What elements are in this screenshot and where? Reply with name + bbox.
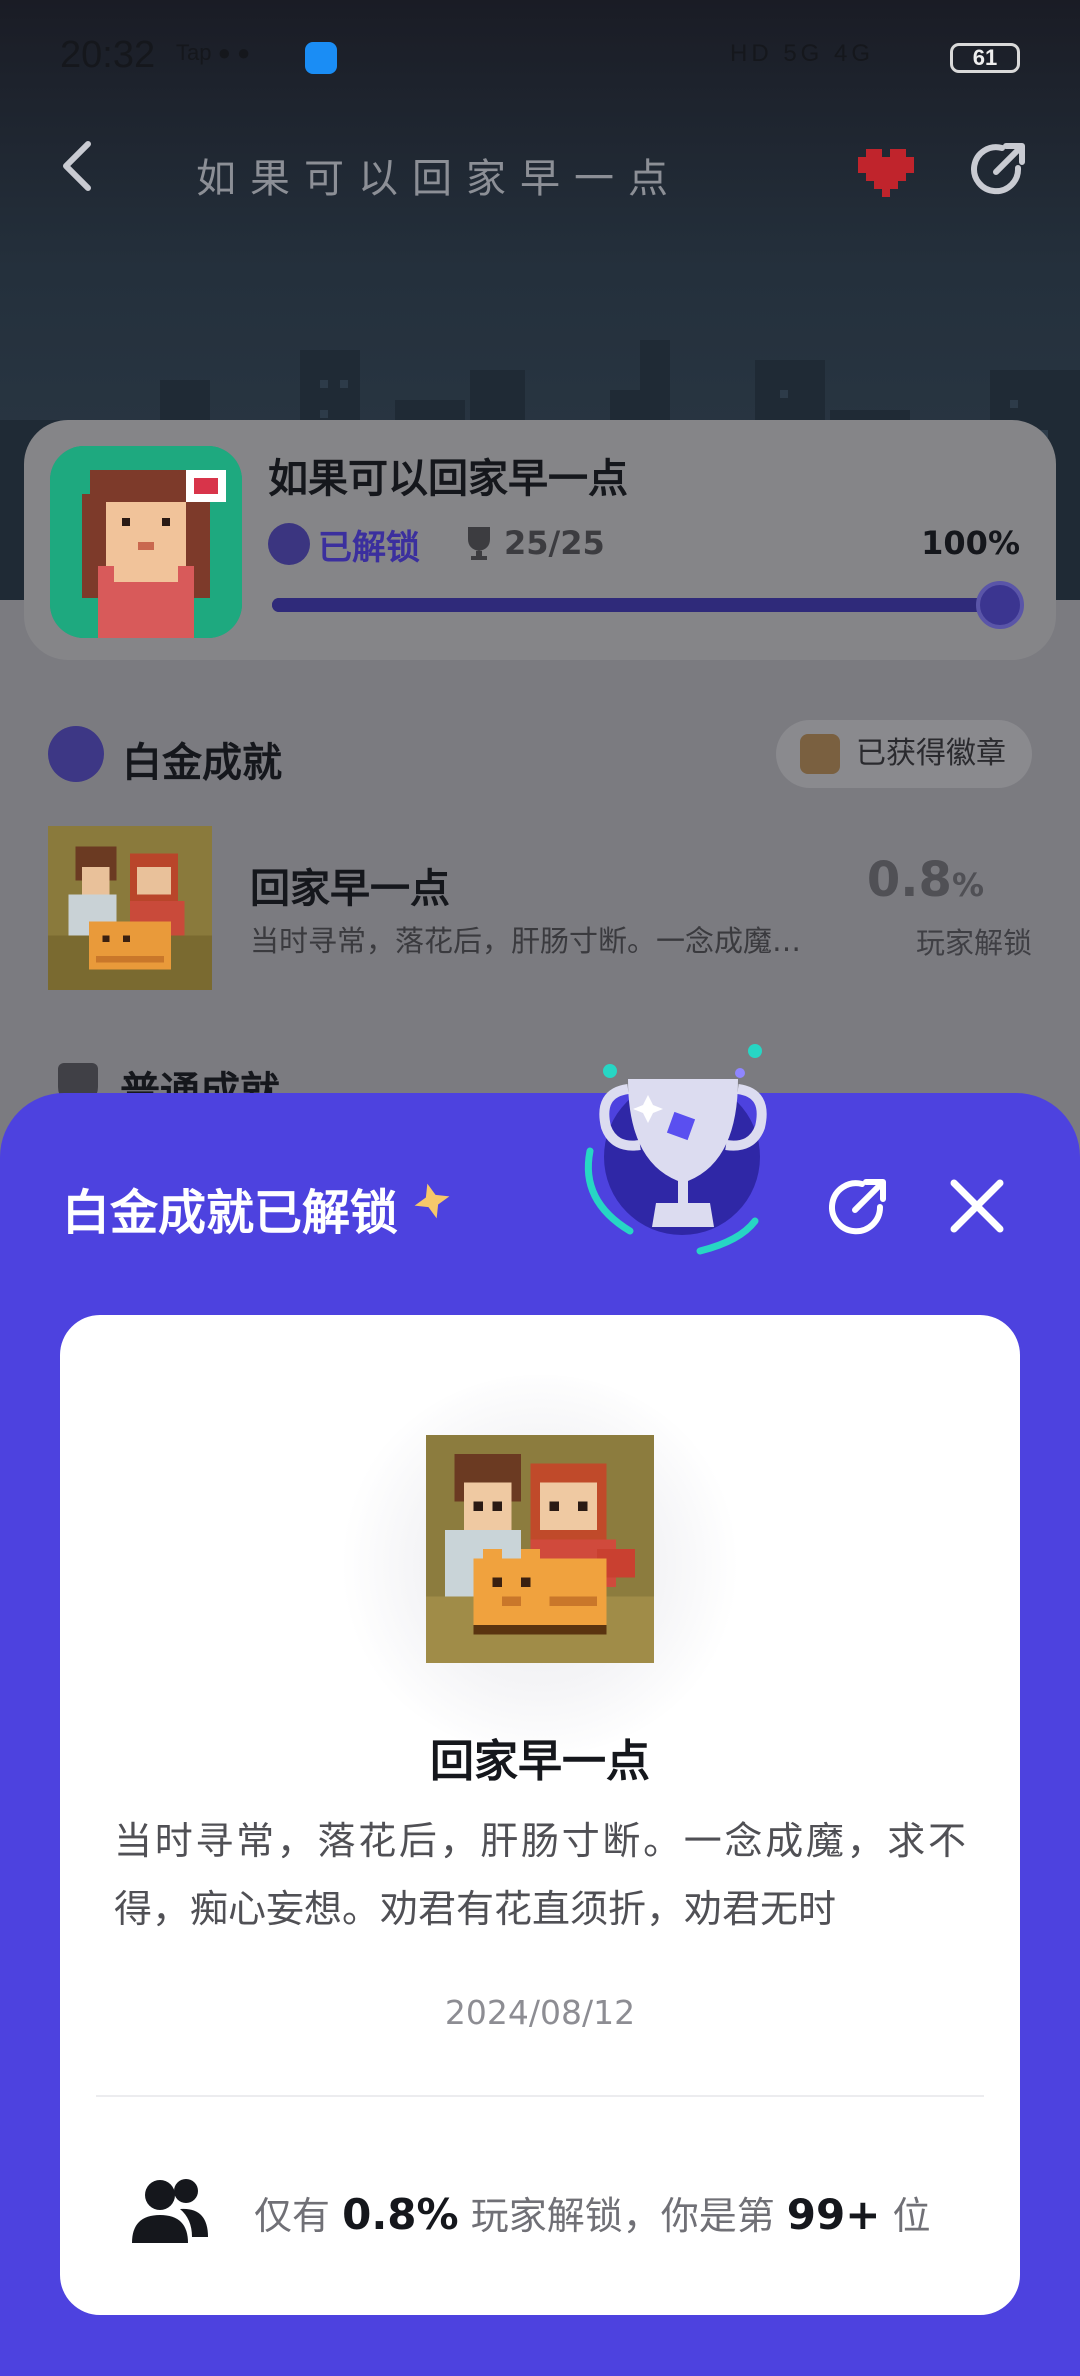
achievement-rate-value: 0.8 bbox=[866, 852, 952, 908]
unlock-date: 2024/08/12 bbox=[444, 1993, 636, 2032]
people-icon bbox=[132, 2179, 208, 2243]
game-cover-image bbox=[50, 446, 242, 638]
platinum-section-title: 白金成就 bbox=[122, 740, 282, 786]
achievement-image bbox=[426, 1435, 654, 1663]
completion-percent: 100% bbox=[921, 524, 1020, 562]
status-time: 20:32 bbox=[60, 34, 156, 76]
trophy-count-value: 25/25 bbox=[504, 524, 605, 562]
pixel-game-title: 如果可以回家早一点 bbox=[196, 156, 682, 202]
platinum-medal-icon bbox=[48, 726, 104, 782]
share-icon[interactable] bbox=[966, 138, 1030, 202]
achievement-detail-card: 回家早一点 当时寻常，落花后，肝肠寸断。一念成魔，求不得，痴心妄想。劝君有花直须… bbox=[60, 1315, 1020, 2315]
unlock-status-badge: 已解锁 bbox=[268, 520, 420, 568]
card-achievement-name: 回家早一点 bbox=[430, 1736, 650, 1787]
achievement-rate-label: 玩家解锁 bbox=[915, 926, 1032, 960]
card-achievement-description: 当时寻常，落花后，肝肠寸断。一念成魔，求不得，痴心妄想。劝君有花直须折，劝君无时 bbox=[114, 1819, 966, 1931]
earned-badge-button[interactable]: 已获得徽章 bbox=[776, 720, 1032, 788]
trophy-icon bbox=[468, 527, 490, 560]
rarity-middle: 玩家解锁，你是第 bbox=[470, 2194, 775, 2238]
earned-badge-label: 已获得徽章 bbox=[856, 736, 1006, 771]
rarity-rank: 99+ bbox=[786, 2190, 881, 2239]
close-icon[interactable] bbox=[946, 1175, 1008, 1237]
platinum-medal-icon bbox=[268, 523, 310, 565]
status-app-icons: Tap ● ● bbox=[176, 40, 251, 65]
divider bbox=[96, 2095, 984, 2097]
rarity-summary: 仅有 0.8% 玩家解锁，你是第 99+ 位 bbox=[130, 2173, 970, 2253]
badge-thumbnail-icon bbox=[800, 734, 840, 774]
achievement-unlock-rate: 0.8% bbox=[867, 852, 984, 908]
app-notification-icon bbox=[305, 42, 337, 74]
unlock-status-label: 已解锁 bbox=[318, 527, 420, 568]
rarity-suffix: 位 bbox=[892, 2194, 931, 2238]
sparkle-icon bbox=[414, 1183, 450, 1219]
pixel-heart-icon[interactable] bbox=[858, 148, 914, 198]
rarity-text: 仅有 0.8% 玩家解锁，你是第 99+ 位 bbox=[254, 2185, 931, 2240]
status-bar: 20:32 Tap ● ● HD 5G 4G 61 bbox=[0, 0, 1080, 115]
progress-fill bbox=[272, 581, 1024, 629]
platinum-achievement-row[interactable]: 回家早一点 当时寻常，落花后，肝肠寸断。一念成魔… 0.8% 玩家解锁 bbox=[48, 826, 1032, 992]
trophy-icon bbox=[584, 1044, 767, 1255]
achievement-thumbnail bbox=[48, 826, 212, 990]
rarity-percent: 0.8% bbox=[342, 2190, 459, 2239]
battery-indicator: 61 bbox=[950, 43, 1020, 73]
trophy-count: 25/25 bbox=[464, 524, 605, 562]
sheet-title: 白金成就已解锁 bbox=[62, 1185, 399, 1241]
rarity-prefix: 仅有 bbox=[254, 2194, 331, 2238]
achievement-rate-unit: % bbox=[951, 866, 984, 904]
platinum-section-header: 白金成就 已获得徽章 bbox=[48, 720, 1032, 790]
share-icon[interactable] bbox=[822, 1173, 892, 1243]
achievement-description: 当时寻常，落花后，肝肠寸断。一念成魔… bbox=[250, 924, 802, 958]
chevron-left-icon[interactable] bbox=[50, 136, 110, 196]
game-title: 如果可以回家早一点 bbox=[268, 456, 628, 502]
platinum-unlock-sheet: 白金成就已解锁 回家早一点 当时寻常，落花后，肝肠寸断。一念成魔，求不得，痴心妄… bbox=[0, 1044, 1080, 2376]
progress-star-knob-icon bbox=[976, 581, 1024, 629]
achievement-name: 回家早一点 bbox=[250, 866, 450, 912]
game-summary-card[interactable]: 如果可以回家早一点 已解锁 25/25 100% bbox=[24, 420, 1056, 660]
completion-progress-bar bbox=[272, 581, 1024, 629]
network-indicators: HD 5G 4G bbox=[730, 40, 875, 67]
top-nav-bar: 如果可以回家早一点 bbox=[0, 120, 1080, 220]
